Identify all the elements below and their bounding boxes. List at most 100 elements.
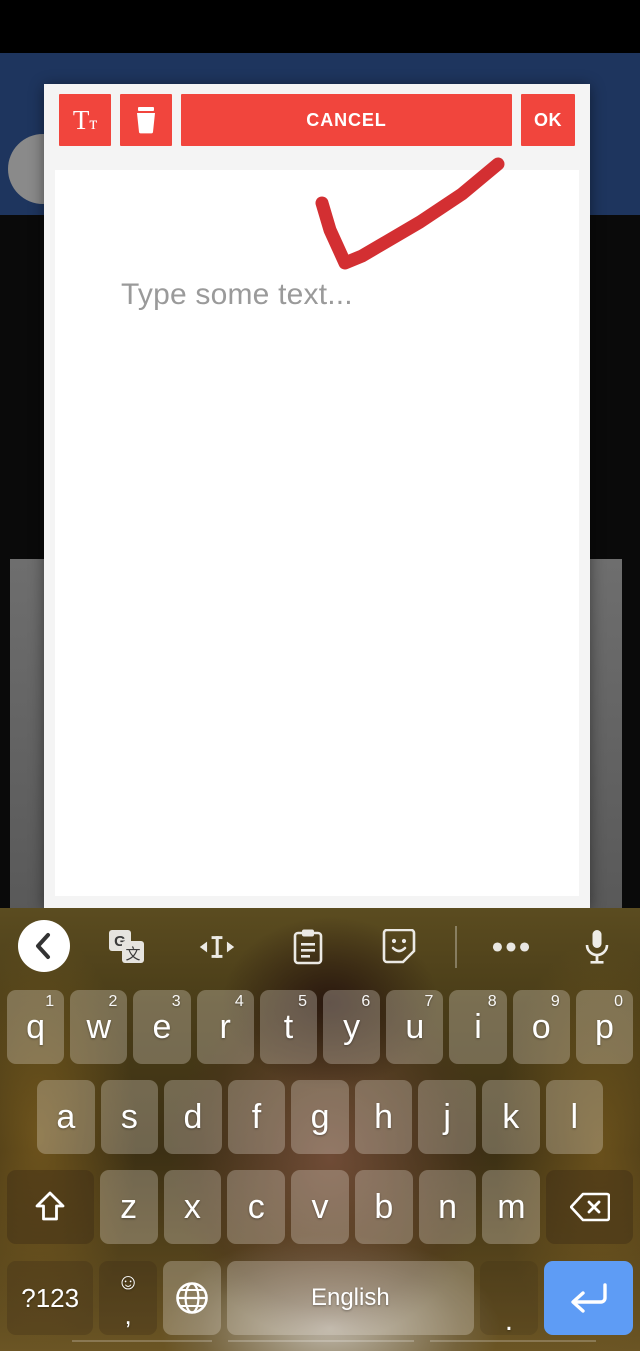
text-cursor-move-icon[interactable] <box>198 928 236 966</box>
key-z[interactable]: z <box>99 1170 158 1244</box>
comma-emoji-key[interactable]: ☺ , <box>99 1261 157 1335</box>
key-label: w <box>86 1007 112 1046</box>
key-sup: 3 <box>171 993 181 1010</box>
key-label: r <box>219 1007 231 1046</box>
text-input-placeholder: Type some text... <box>121 278 353 311</box>
clipboard-icon[interactable] <box>289 928 327 966</box>
keyboard-row-1: 1 q 2 w 3 e 4 r 5 t 6 y 7 u 8 i 9 o 0 p <box>0 982 640 1072</box>
shift-key[interactable] <box>7 1170 94 1244</box>
key-label: e <box>152 1007 172 1046</box>
key-e[interactable]: 3 e <box>133 990 191 1064</box>
key-label: d <box>183 1097 203 1136</box>
spacebar-language-label: English <box>310 1284 390 1311</box>
key-m[interactable]: m <box>482 1170 541 1244</box>
key-d[interactable]: d <box>164 1080 222 1154</box>
key-label: , <box>124 1300 132 1330</box>
key-sup: 7 <box>424 993 434 1010</box>
key-x[interactable]: x <box>163 1170 222 1244</box>
trash-icon <box>137 107 155 134</box>
key-label: u <box>405 1007 425 1046</box>
key-p[interactable]: 0 p <box>575 990 634 1064</box>
key-label: v <box>311 1187 329 1226</box>
key-r[interactable]: 4 r <box>196 990 254 1064</box>
key-sup: 9 <box>550 993 560 1010</box>
key-i[interactable]: 8 i <box>449 990 507 1064</box>
keyboard-row-2: a s d f g h j k l <box>0 1072 640 1162</box>
key-g[interactable]: g <box>291 1080 349 1154</box>
key-label: j <box>443 1097 451 1136</box>
key-label: ?123 <box>21 1282 80 1313</box>
key-label: f <box>251 1097 262 1136</box>
key-sup: 6 <box>361 993 371 1010</box>
key-c[interactable]: c <box>227 1170 286 1244</box>
key-label: m <box>497 1187 526 1226</box>
key-h[interactable]: h <box>354 1080 413 1154</box>
key-label: c <box>247 1187 265 1226</box>
symbols-key[interactable]: ?123 <box>7 1261 94 1335</box>
on-screen-keyboard: G 文 1 q 2 w 3 e 4 r 5 t 6 y 7 u 8 i 9 o … <box>0 908 640 1351</box>
globe-icon <box>175 1282 208 1314</box>
key-label: x <box>183 1187 201 1226</box>
dialog-toolbar: Tт CANCEL OK <box>44 84 590 156</box>
key-a[interactable]: a <box>37 1080 95 1154</box>
key-label: q <box>26 1007 46 1046</box>
key-q[interactable]: 1 q <box>7 990 65 1064</box>
key-label: p <box>594 1007 614 1046</box>
key-v[interactable]: v <box>291 1170 349 1244</box>
key-label: z <box>120 1187 138 1226</box>
phone-screen: Tт CANCEL OK Type some text... G 文 1 q 2… <box>0 0 640 1351</box>
period-key[interactable]: . <box>480 1261 538 1336</box>
key-label: b <box>374 1187 394 1226</box>
key-l[interactable]: l <box>545 1080 604 1154</box>
shift-arrow-icon <box>35 1191 65 1221</box>
key-sup: 0 <box>614 993 624 1010</box>
emoji-icon: ☺ <box>116 1269 140 1294</box>
key-u[interactable]: 7 u <box>386 990 444 1064</box>
delete-text-button[interactable] <box>120 94 172 146</box>
key-sup: 4 <box>234 993 244 1010</box>
toolbar-divider <box>455 926 457 968</box>
key-s[interactable]: s <box>100 1080 159 1154</box>
back-chevron-icon[interactable] <box>18 920 70 972</box>
enter-arrow-icon <box>571 1283 608 1313</box>
key-label: i <box>474 1007 482 1046</box>
key-n[interactable]: n <box>418 1170 477 1244</box>
key-t[interactable]: 5 t <box>259 990 318 1064</box>
microphone-icon[interactable] <box>578 928 616 966</box>
key-o[interactable]: 9 o <box>512 990 570 1064</box>
text-entry-dialog: Tт CANCEL OK Type some text... <box>44 84 590 908</box>
keyboard-toolbar: G 文 <box>0 908 640 982</box>
language-globe-key[interactable] <box>162 1261 221 1335</box>
keyboard-bottom-hints <box>0 1340 640 1344</box>
key-j[interactable]: j <box>418 1080 476 1154</box>
enter-key[interactable] <box>543 1261 633 1335</box>
google-translate-icon[interactable]: G 文 <box>108 928 146 966</box>
key-f[interactable]: f <box>227 1080 286 1154</box>
status-bar <box>0 0 640 53</box>
key-label: l <box>570 1097 579 1136</box>
key-label: g <box>310 1097 330 1136</box>
backspace-icon <box>569 1192 610 1222</box>
key-label: n <box>438 1187 458 1226</box>
key-label: k <box>502 1097 520 1136</box>
key-b[interactable]: b <box>354 1170 413 1244</box>
keyboard-row-bottom: ?123 ☺ , English . <box>0 1252 640 1344</box>
key-label: t <box>283 1007 294 1046</box>
key-sup: 5 <box>298 993 308 1010</box>
more-options-icon[interactable] <box>492 928 530 966</box>
key-y[interactable]: 6 y <box>323 990 381 1064</box>
text-size-icon: Tт <box>72 104 98 135</box>
backspace-key[interactable] <box>546 1170 633 1244</box>
svg-text:文: 文 <box>125 946 140 963</box>
text-input-field[interactable]: Type some text... <box>55 170 579 896</box>
spacebar-key[interactable]: English <box>226 1261 475 1335</box>
text-size-button[interactable]: Tт <box>59 94 111 146</box>
key-label: s <box>120 1097 138 1136</box>
key-sup: 8 <box>487 993 497 1010</box>
key-w[interactable]: 2 w <box>70 990 128 1064</box>
cancel-button[interactable]: CANCEL <box>181 94 512 146</box>
sticker-icon[interactable] <box>380 928 418 966</box>
key-k[interactable]: k <box>481 1080 540 1154</box>
key-sup: 2 <box>108 993 118 1010</box>
ok-button[interactable]: OK <box>521 94 575 146</box>
